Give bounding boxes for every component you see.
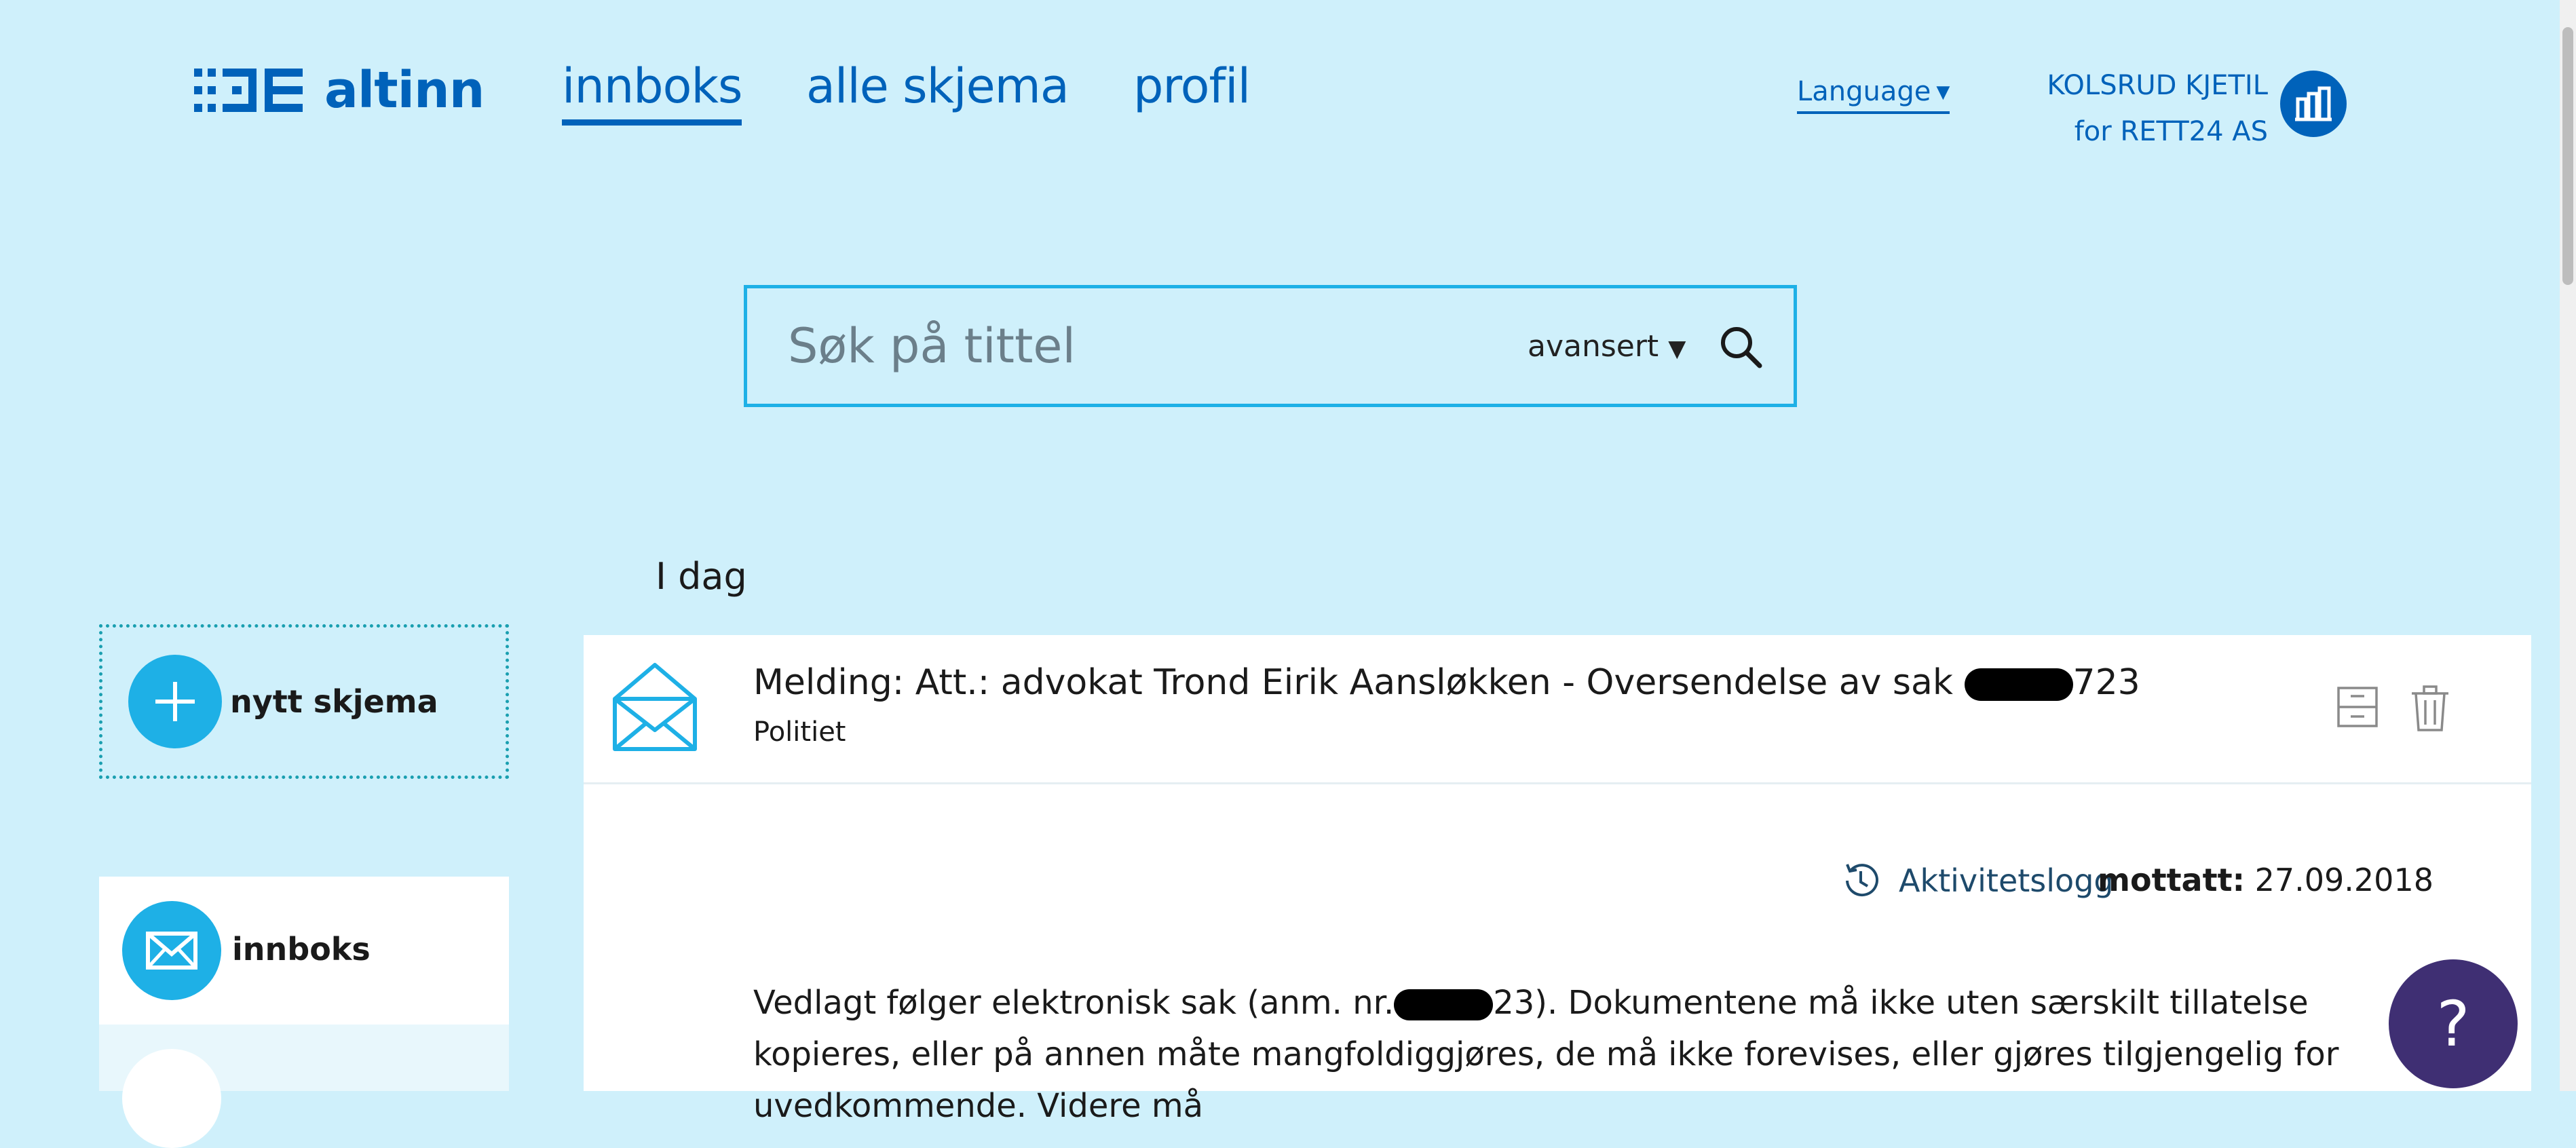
message-title-text: Melding: Att.: advokat Trond Eirik Aansl…: [753, 662, 1965, 703]
body-text-start: Vedlagt følger elektronisk sak (anm. nr.: [753, 984, 1395, 1022]
nav-profil[interactable]: profil: [1133, 58, 1251, 114]
redaction: [1394, 989, 1494, 1020]
message-row[interactable]: Melding: Att.: advokat Trond Eirik Aansl…: [584, 635, 2531, 784]
search-bar[interactable]: Søk på tittel avansert ▼: [744, 285, 1797, 407]
nav-innboks[interactable]: innboks: [562, 58, 742, 126]
triangle-down-icon: ▼: [1668, 335, 1686, 362]
profile-org: for RETT24 AS: [2074, 116, 2268, 147]
trash-icon[interactable]: [2410, 685, 2450, 731]
sidebar-item-label: innboks: [232, 931, 371, 968]
building-icon[interactable]: [2280, 71, 2347, 137]
profile-name: KOLSRUD KJETIL: [2047, 70, 2268, 101]
message-body-text: Vedlagt følger elektronisk sak (anm. nr.…: [753, 977, 2463, 1132]
new-form-button[interactable]: nytt skjema: [99, 624, 509, 779]
received-label: mottatt:: [2098, 862, 2245, 898]
message-title[interactable]: Melding: Att.: advokat Trond Eirik Aansl…: [753, 662, 2140, 703]
activity-log-label: Aktivitetslogg: [1899, 862, 2114, 899]
new-form-label: nytt skjema: [230, 683, 438, 720]
help-button[interactable]: ?: [2389, 959, 2518, 1088]
message-sender: Politiet: [753, 716, 846, 748]
received-date: mottatt: 27.09.2018: [2098, 862, 2433, 898]
advanced-search-label: avansert: [1528, 329, 1659, 364]
scrollbar[interactable]: [2560, 0, 2576, 1091]
plus-icon: [128, 655, 222, 748]
scrollbar-thumb[interactable]: [2562, 27, 2573, 285]
search-input[interactable]: Søk på tittel: [788, 318, 1076, 374]
history-icon: [1846, 864, 1878, 897]
sidebar-item-partial[interactable]: [99, 1025, 509, 1148]
search-icon[interactable]: [1718, 324, 1765, 371]
open-envelope-icon: [613, 663, 697, 751]
message-body: Aktivitetslogg mottatt: 27.09.2018 Vedla…: [584, 784, 2531, 1125]
message-title-suffix: 723: [2072, 662, 2140, 703]
sidebar-partial-icon: [122, 1049, 221, 1148]
nav-alle-skjema[interactable]: alle skjema: [806, 58, 1069, 114]
redaction: [1964, 668, 2073, 701]
profile-menu[interactable]: KOLSRUD KJETIL for RETT24 AS: [2047, 62, 2268, 155]
altinn-logo-icon: [194, 69, 303, 112]
envelope-icon: [122, 901, 221, 1000]
date-group-label: I dag: [656, 555, 747, 598]
language-selector[interactable]: Language ▼: [1797, 76, 1950, 114]
altinn-logo[interactable]: altinn: [194, 61, 485, 119]
advanced-search-toggle[interactable]: avansert ▼: [1528, 329, 1686, 364]
language-label: Language: [1797, 76, 1931, 107]
caret-down-icon: ▼: [1936, 82, 1950, 102]
received-value: 27.09.2018: [2254, 862, 2433, 898]
archive-icon[interactable]: [2336, 685, 2379, 729]
logo-text: altinn: [324, 61, 485, 119]
sidebar-item-innboks[interactable]: innboks: [99, 877, 509, 1025]
activity-log-link[interactable]: Aktivitetslogg: [1839, 859, 2114, 902]
message-actions: [2336, 685, 2450, 731]
